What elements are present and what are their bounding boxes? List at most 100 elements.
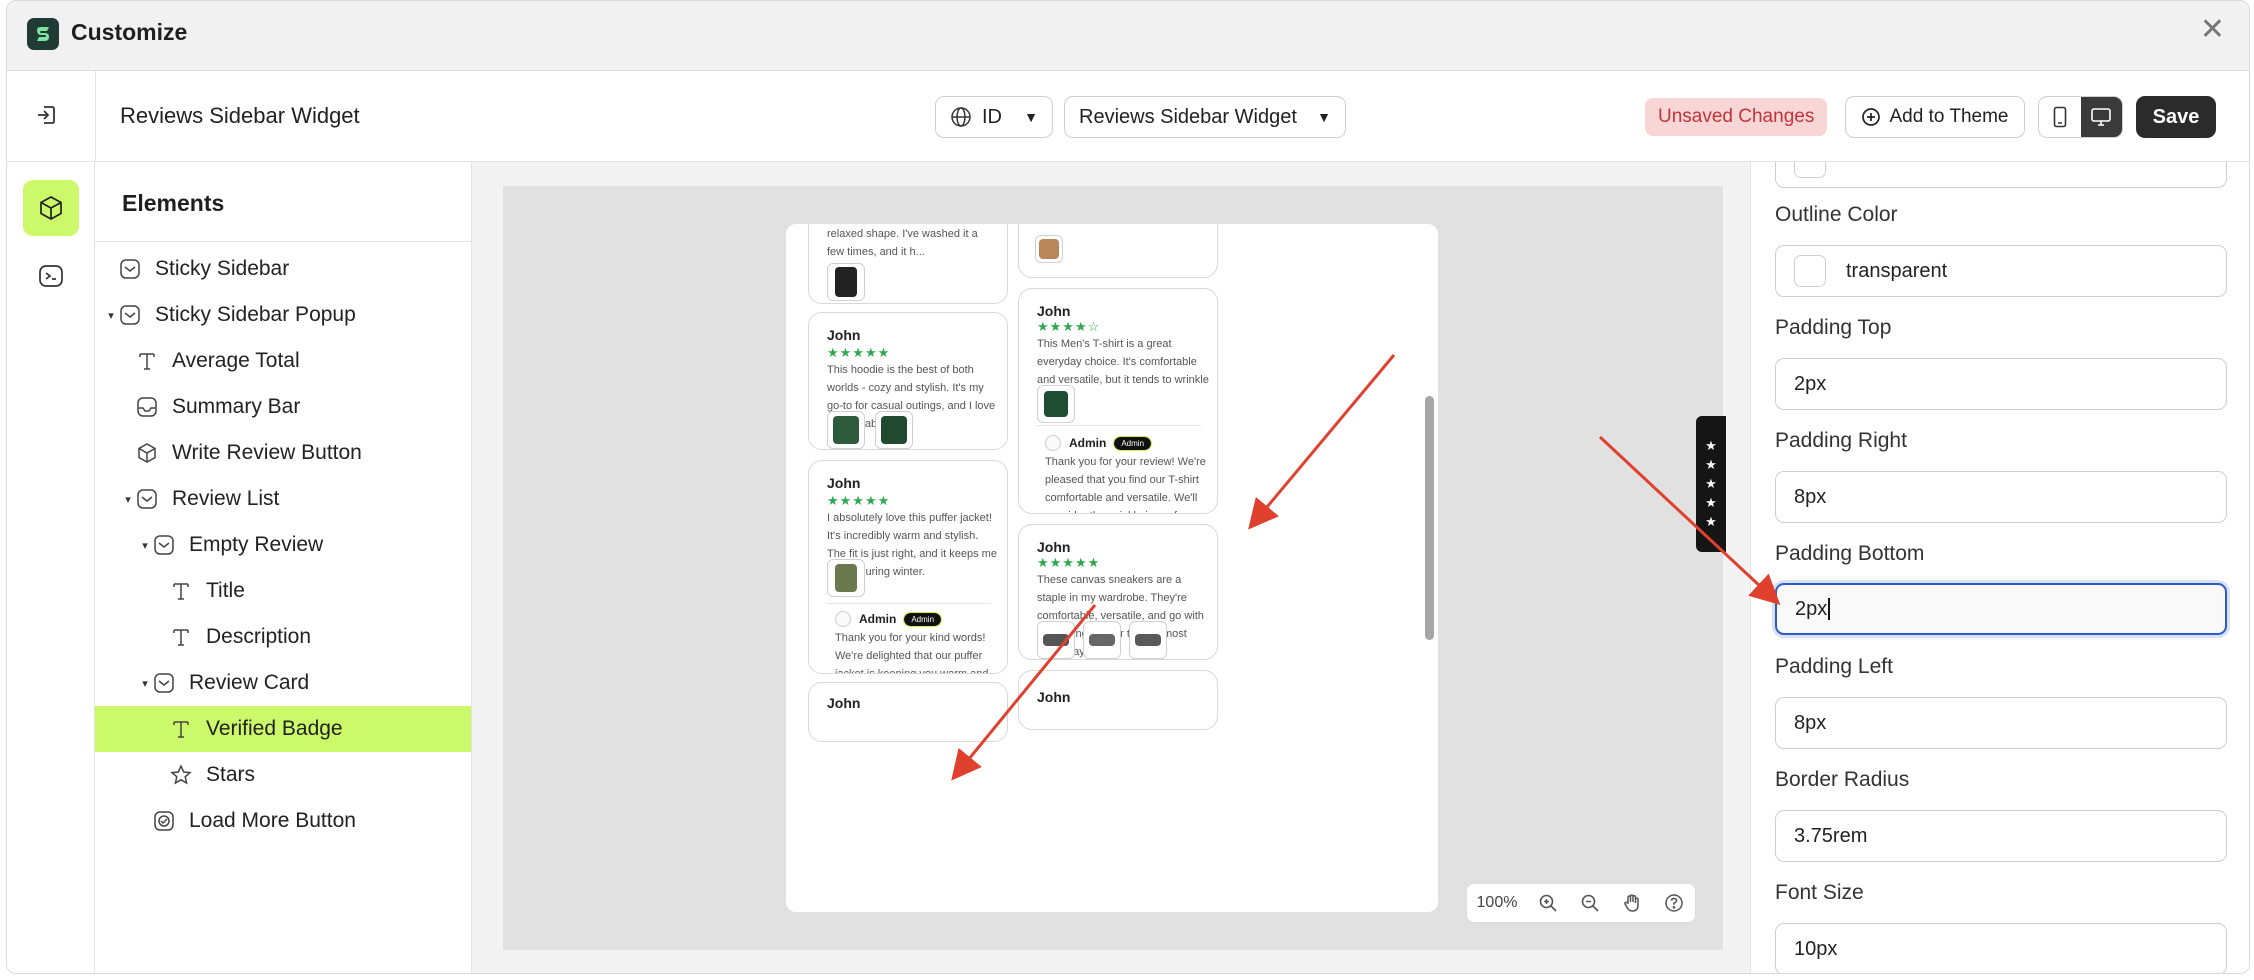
rating-stars: ★★★★★ (1037, 555, 1101, 570)
product-thumbnail[interactable] (827, 263, 865, 301)
elements-tab[interactable] (23, 180, 79, 236)
chevron-down-icon: ▼ (1317, 109, 1331, 125)
divider (827, 603, 991, 604)
color-swatch[interactable] (1794, 255, 1826, 287)
zoom-out-icon[interactable] (1569, 883, 1611, 923)
cube-icon (40, 196, 62, 220)
rating-stars: ★★★★★ (827, 345, 891, 360)
top-bar: Reviews Sidebar Widget ID ▼ Reviews Side… (7, 71, 2249, 162)
tree-item-title[interactable]: Title (95, 568, 471, 614)
outline-color-value: transparent (1846, 259, 1948, 282)
tree-item-average-total[interactable]: Average Total (95, 338, 471, 384)
tree-item-empty-review[interactable]: ▾ Empty Review (95, 522, 471, 568)
add-to-theme-button[interactable]: Add to Theme (1845, 96, 2025, 138)
outline-color-field[interactable]: transparent (1775, 245, 2227, 297)
divider (95, 71, 96, 161)
font-size-label: Font Size (1775, 881, 1864, 904)
review-card[interactable]: relaxed shape. I've washed it a few time… (808, 224, 1008, 304)
exit-icon[interactable] (31, 100, 61, 130)
tree-item-load-more-button[interactable]: Load More Button (95, 798, 471, 844)
preview-scrollbar[interactable] (1425, 396, 1434, 640)
tree-item-description[interactable]: Description (95, 614, 471, 660)
terminal-icon (39, 265, 63, 287)
avatar (835, 611, 851, 627)
product-thumbnail[interactable] (1037, 385, 1075, 423)
verified-badge[interactable]: Admin (903, 611, 943, 627)
padding-right-input[interactable]: 8px (1775, 471, 2227, 523)
padding-right-value: 8px (1794, 485, 1827, 508)
reviewer-name: John (827, 327, 861, 343)
review-card[interactable]: John (1018, 670, 1218, 730)
review-card[interactable]: John ★★★★☆ This Men's T-shirt is a great… (1018, 288, 1218, 514)
rating-stars: ★★★★☆ (1037, 319, 1101, 334)
elements-panel: Elements Sticky Sidebar ▾ Sticky Sidebar P… (95, 162, 472, 973)
product-thumbnail[interactable] (875, 411, 913, 449)
tree-item-review-card[interactable]: ▾ Review Card (95, 660, 471, 706)
caret-down-icon[interactable]: ▾ (139, 539, 151, 552)
reviewer-name: John (827, 475, 861, 491)
close-icon[interactable]: ✕ (2200, 15, 2225, 45)
save-button[interactable]: Save (2136, 96, 2216, 138)
section-icon (151, 532, 177, 558)
product-thumbnail[interactable] (1129, 621, 1167, 659)
hand-icon[interactable] (1611, 883, 1653, 923)
star-icon (168, 762, 194, 788)
tree-item-sticky-sidebar[interactable]: Sticky Sidebar (95, 246, 471, 292)
caret-down-icon[interactable]: ▾ (139, 677, 151, 690)
tree-item-label: Load More Button (189, 809, 356, 832)
customize-window: Customize ✕ Reviews Sidebar Widget ID ▼ … (6, 0, 2250, 974)
product-thumbnail[interactable] (1037, 621, 1075, 659)
padding-top-input[interactable]: 2px (1775, 358, 2227, 410)
help-icon[interactable] (1653, 883, 1695, 923)
border-radius-value: 3.75rem (1794, 824, 1868, 847)
review-card[interactable]: John ★★★★★ These canvas sneakers are a s… (1018, 524, 1218, 660)
desktop-view-button[interactable] (2080, 97, 2122, 137)
settings-panel: Outline Color transparent Padding Top 2p… (1750, 162, 2249, 973)
tree-item-sticky-sidebar-popup[interactable]: ▾ Sticky Sidebar Popup (95, 292, 471, 338)
zoom-in-icon[interactable] (1527, 883, 1569, 923)
widget-select[interactable]: Reviews Sidebar Widget ▼ (1064, 96, 1346, 138)
padding-bottom-value: 2px (1795, 597, 1828, 620)
font-size-input[interactable]: 10px (1775, 923, 2227, 973)
review-card[interactable]: John ★★★★★ This hoodie is the best of bo… (808, 312, 1008, 450)
product-thumbnail[interactable] (1083, 621, 1121, 659)
color-field[interactable] (1775, 162, 2227, 188)
tree-item-stars[interactable]: Stars (95, 752, 471, 798)
tree-item-label: Stars (206, 763, 256, 786)
review-card[interactable] (1018, 224, 1218, 278)
mobile-icon (2053, 106, 2067, 128)
tree-item-write-review-button[interactable]: Write Review Button (95, 430, 471, 476)
text-cursor (1828, 598, 1830, 620)
tree-item-summary-bar[interactable]: Summary Bar (95, 384, 471, 430)
review-card[interactable]: John (808, 682, 1008, 742)
section-icon (117, 256, 143, 282)
plus-circle-icon (1862, 108, 1881, 126)
admin-reply-header: Admin Admin (1045, 435, 1153, 451)
product-thumbnail[interactable] (1035, 235, 1063, 263)
outline-color-label: Outline Color (1775, 203, 1898, 226)
verified-badge[interactable]: Admin (1113, 435, 1153, 451)
product-thumbnail[interactable] (827, 559, 865, 597)
caret-down-icon[interactable]: ▾ (105, 309, 117, 322)
product-thumbnail[interactable] (827, 411, 865, 449)
padding-left-input[interactable]: 8px (1775, 697, 2227, 749)
code-tab[interactable] (23, 248, 79, 304)
tree-item-review-list[interactable]: ▾ Review List (95, 476, 471, 522)
globe-icon (951, 107, 971, 127)
padding-bottom-input[interactable]: 2px (1775, 583, 2227, 635)
padding-bottom-label: Padding Bottom (1775, 542, 1925, 565)
tree-item-label: Review Card (189, 671, 310, 694)
star-icon: ★ (1705, 457, 1717, 472)
review-card[interactable]: John ★★★★★ I absolutely love this puffer… (808, 460, 1008, 674)
tree-item-label: Review List (172, 487, 280, 510)
padding-top-value: 2px (1794, 372, 1827, 395)
mobile-view-button[interactable] (2039, 97, 2081, 137)
caret-down-icon[interactable]: ▾ (122, 493, 134, 506)
language-select[interactable]: ID ▼ (935, 96, 1053, 138)
tree-item-verified-badge[interactable]: Verified Badge (95, 706, 471, 752)
border-radius-input[interactable]: 3.75rem (1775, 810, 2227, 862)
preview-canvas: relaxed shape. I've washed it a few time… (503, 186, 1723, 950)
reviews-side-tab[interactable]: ★ ★ ★ ★ ★ (1696, 416, 1726, 552)
elements-title: Elements (95, 162, 471, 242)
color-swatch[interactable] (1794, 162, 1826, 178)
